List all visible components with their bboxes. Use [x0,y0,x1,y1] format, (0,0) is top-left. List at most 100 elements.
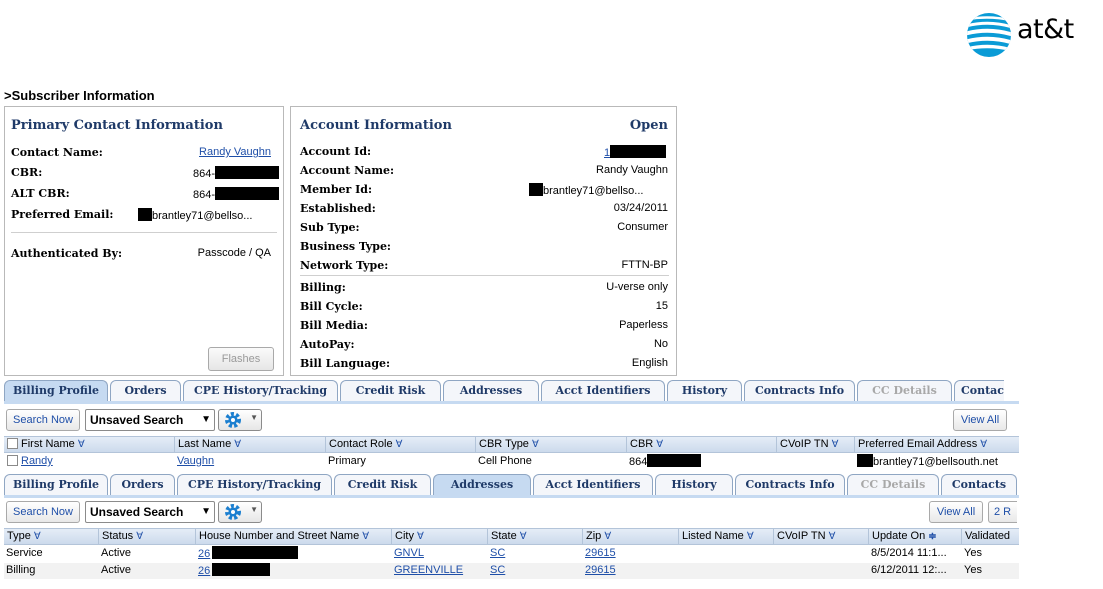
tab-orders[interactable]: Orders [110,474,175,495]
primary-contact-title: Primary Contact Information [11,118,223,133]
col-cvoip-tn[interactable]: CVoIP TN ∀ [777,437,855,453]
col-listed-name[interactable]: Listed Name ∀ [679,529,774,545]
tab-cpe-history[interactable]: CPE History/Tracking [183,380,338,401]
tab-history[interactable]: History [667,380,742,401]
tab-billing-profile[interactable]: Billing Profile [4,380,108,401]
chevron-down-icon: ▼ [201,506,211,517]
sort-icon: ∀ [746,531,754,542]
account-status: Open [629,118,668,133]
att-logo-text: at&t [1017,14,1074,45]
cell-state[interactable]: SC [488,546,583,562]
autopay-label: AutoPay: [300,338,355,351]
cell-house-street[interactable]: 26 [196,546,392,562]
col-cvoip-tn[interactable]: CVoIP TN ∀ [774,529,869,545]
cell-last-name[interactable]: Vaughn [175,454,326,470]
sort-icon: ∀ [136,531,144,542]
page-count-button[interactable]: 2 R [988,501,1017,523]
view-all-button[interactable]: View All [953,409,1007,431]
redacted-block [529,183,543,196]
cell-zip[interactable]: 29615 [583,563,679,579]
row-checkbox[interactable] [7,455,18,466]
established-value: 03/24/2011 [613,202,668,214]
tab-addresses[interactable]: Addresses [433,474,531,495]
tab-cc-details[interactable]: CC Details [857,380,952,401]
account-name-label: Account Name: [300,164,395,177]
billing-label: Billing: [300,281,346,294]
col-update-on[interactable]: Update On ≑ [869,529,962,545]
col-first-name[interactable]: First Name ∀ [4,437,175,453]
tab-contacts[interactable]: Contacts [941,474,1017,495]
search-now-button[interactable]: Search Now [6,409,80,431]
sort-icon: ∀ [417,531,424,542]
col-type[interactable]: Type ∀ [4,529,99,545]
col-cbr[interactable]: CBR ∀ [627,437,777,453]
col-validated[interactable]: Validated [962,529,1019,545]
cell-first-name[interactable]: Randy [5,454,175,470]
table-row[interactable]: Randy Vaughn Primary Cell Phone 864 bran… [4,454,1019,470]
primary-contact-panel: Primary Contact Information Contact Name… [4,106,284,376]
redacted-block [215,166,280,179]
cell-validated: Yes [964,564,982,576]
view-all-button[interactable]: View All [929,501,983,523]
tabbar-top: Billing Profile Orders CPE History/Track… [4,380,1004,402]
settings-menu-button[interactable]: ▼ [218,409,262,431]
flashes-button[interactable]: Flashes [208,347,274,371]
settings-menu-button[interactable]: ▼ [218,501,262,523]
col-status[interactable]: Status ∀ [99,529,196,545]
select-all-checkbox[interactable] [7,438,18,449]
divider [300,275,669,276]
contacts-toolbar: Search Now Unsaved Search ▼ ▼ View All [4,408,1017,434]
tab-contacts[interactable]: Contac [954,380,1004,401]
tab-acct-identifiers[interactable]: Acct Identifiers [541,380,665,401]
authenticated-by-value: Passcode / QA [197,247,271,259]
sort-icon: ∀ [656,439,664,450]
tab-contracts-info[interactable]: Contracts Info [735,474,845,495]
col-state[interactable]: State ∀ [488,529,583,545]
contact-name-link[interactable]: Randy Vaughn [199,146,271,158]
addresses-grid: Type ∀ Status ∀ House Number and Street … [4,528,1019,580]
cell-type: Billing [6,564,36,576]
tab-history[interactable]: History [655,474,733,495]
col-house-street[interactable]: House Number and Street Name ∀ [196,529,392,545]
col-city[interactable]: City ∀ [392,529,488,545]
cell-validated: Yes [964,547,982,559]
bill-cycle-label: Bill Cycle: [300,300,363,313]
cell-house-street[interactable]: 26 [196,563,392,579]
tab-credit-risk[interactable]: Credit Risk [334,474,431,495]
tab-contracts-info[interactable]: Contracts Info [744,380,855,401]
table-row[interactable]: Billing Active 26 GREENVILLE SC 29615 6/… [4,563,1019,579]
member-id-value: brantley71@bellso... [529,183,643,197]
account-id-label: Account Id: [300,145,372,158]
tab-cc-details[interactable]: CC Details [847,474,939,495]
account-id-value[interactable]: 1 [604,145,667,159]
col-last-name[interactable]: Last Name ∀ [175,437,326,453]
redacted-block [610,145,667,158]
col-preferred-email[interactable]: Preferred Email Address ∀ [855,437,1019,453]
network-type-label: Network Type: [300,259,389,272]
tab-cpe-history[interactable]: CPE History/Tracking [177,474,332,495]
col-cbr-type[interactable]: CBR Type ∀ [476,437,627,453]
cell-state[interactable]: SC [488,563,583,579]
cell-cvoip-tn [774,546,869,562]
tab-billing-profile[interactable]: Billing Profile [4,474,108,495]
col-contact-role[interactable]: Contact Role ∀ [326,437,476,453]
contacts-grid-header: First Name ∀ Last Name ∀ Contact Role ∀ … [4,436,1019,453]
cell-cvoip-tn [777,454,855,470]
redacted-block [138,208,152,221]
tab-addresses[interactable]: Addresses [443,380,539,401]
saved-search-select[interactable]: Unsaved Search ▼ [85,501,215,523]
cell-city[interactable]: GREENVILLE [392,563,488,579]
cell-cvoip-tn [774,563,869,579]
tab-orders[interactable]: Orders [110,380,181,401]
sort-icon: ∀ [362,531,370,542]
cbr-label: CBR: [11,166,43,179]
tab-acct-identifiers[interactable]: Acct Identifiers [533,474,653,495]
gear-icon [225,504,241,520]
search-now-button[interactable]: Search Now [6,501,80,523]
table-row[interactable]: Service Active 26 GNVL SC 29615 8/5/2014… [4,546,1019,562]
tab-credit-risk[interactable]: Credit Risk [340,380,441,401]
cell-city[interactable]: GNVL [392,546,488,562]
cell-zip[interactable]: 29615 [583,546,679,562]
saved-search-select[interactable]: Unsaved Search ▼ [85,409,215,431]
col-zip[interactable]: Zip ∀ [583,529,679,545]
